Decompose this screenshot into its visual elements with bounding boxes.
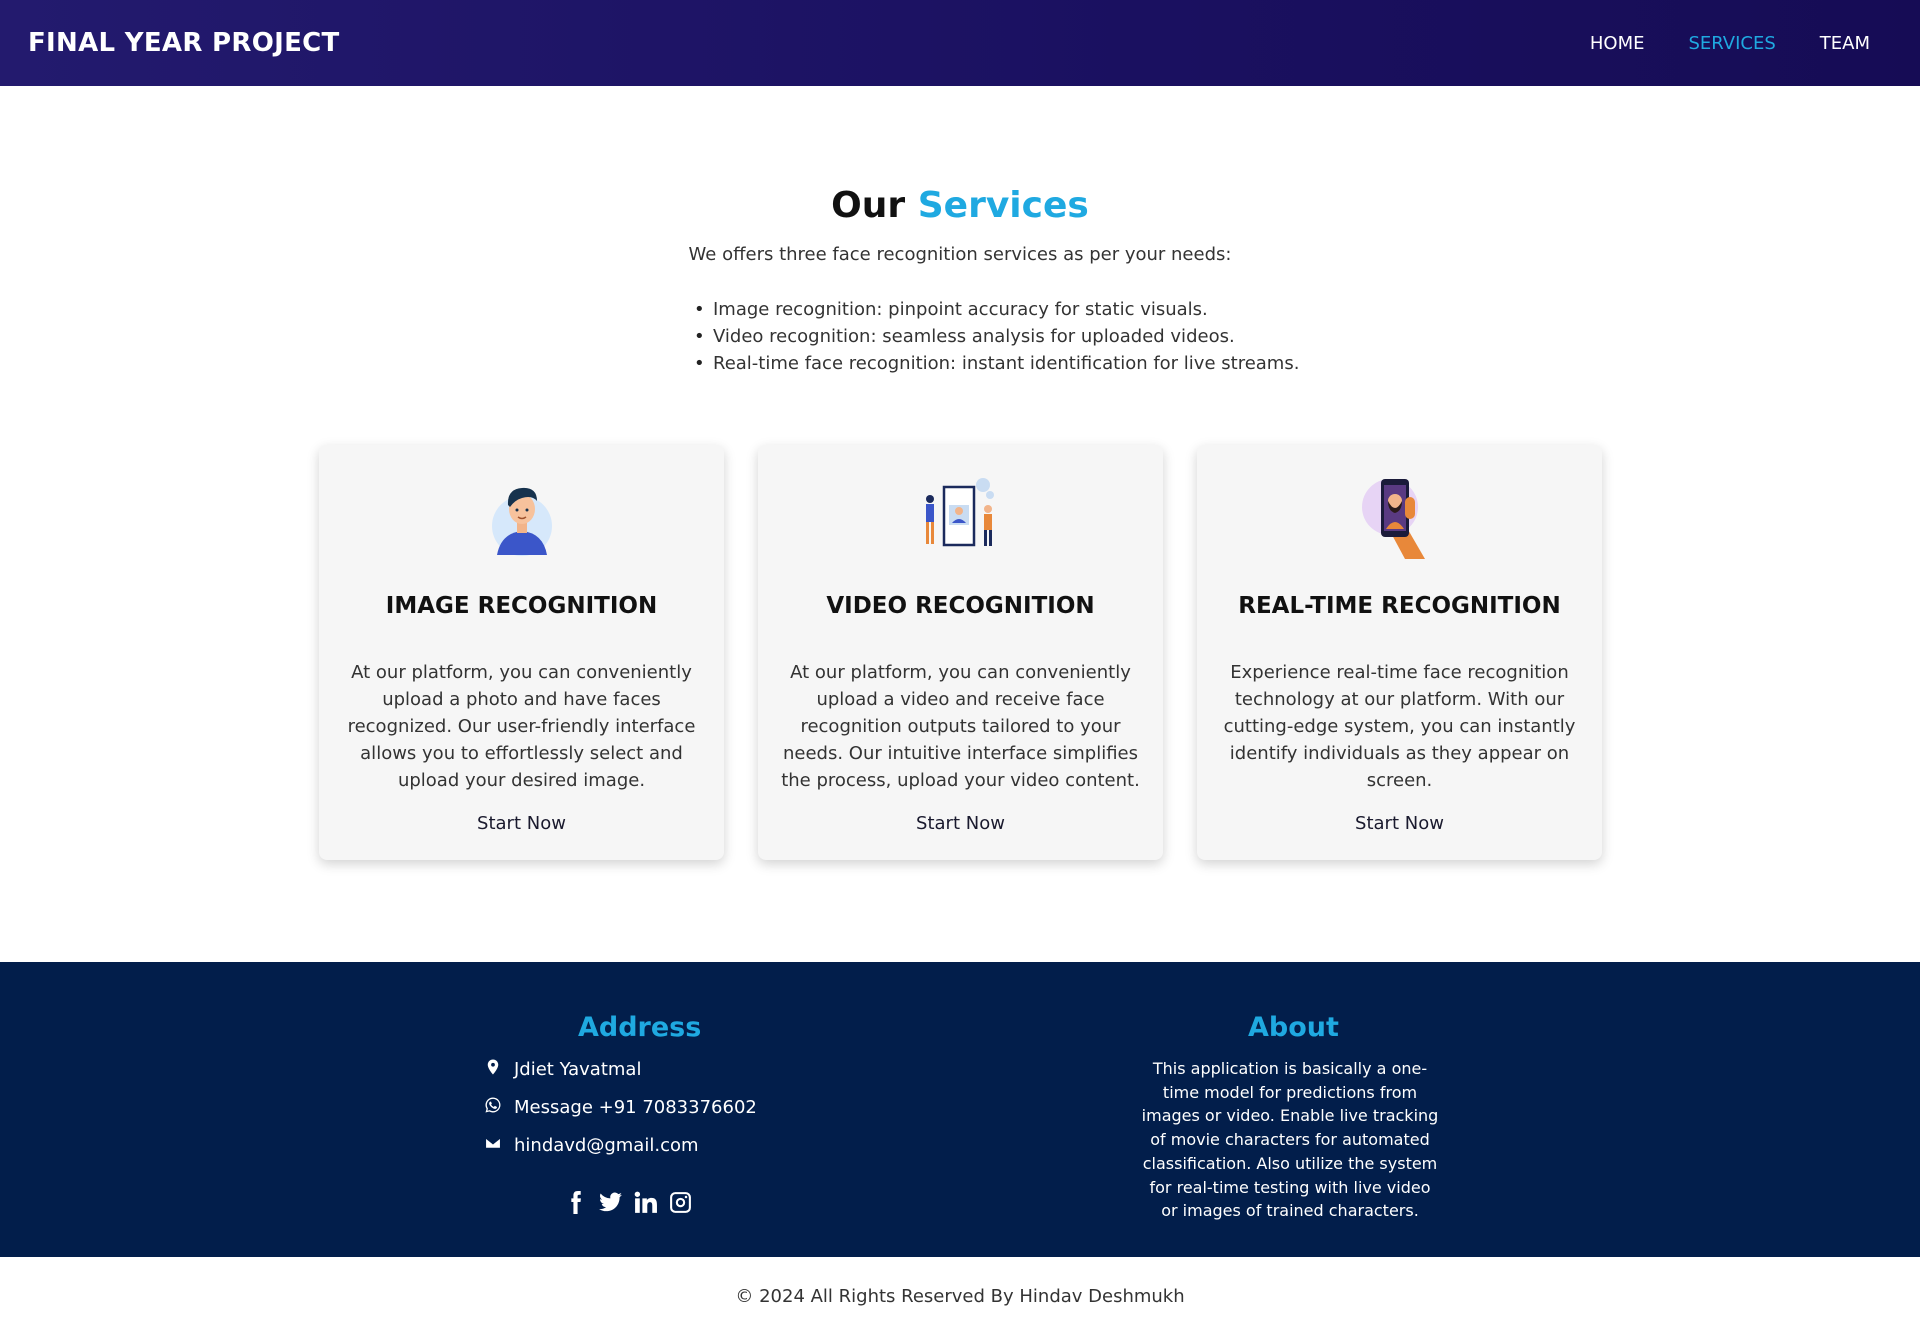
- top-navbar: FINAL YEAR PROJECT HOME SERVICES TEAM: [0, 0, 1920, 86]
- email-text[interactable]: hindavd@gmail.com: [514, 1135, 699, 1156]
- brand-title[interactable]: FINAL YEAR PROJECT: [28, 28, 340, 58]
- list-item: Image recognition: pinpoint accuracy for…: [694, 296, 1299, 323]
- video-frame-people-icon: [916, 471, 1006, 561]
- services-list: Image recognition: pinpoint accuracy for…: [694, 296, 1299, 377]
- main-nav: HOME SERVICES TEAM: [1590, 33, 1870, 54]
- service-card-realtime: REAL-TIME RECOGNITION Experience real-ti…: [1197, 445, 1602, 860]
- facebook-icon[interactable]: [563, 1190, 588, 1215]
- card-description: At our platform, you can conveniently up…: [347, 662, 696, 791]
- address-phone: Message +91 7083376602: [484, 1096, 757, 1119]
- whatsapp-icon: [484, 1096, 502, 1119]
- service-card-video: VIDEO RECOGNITION At our platform, you c…: [758, 445, 1163, 860]
- services-heading-prefix: Our: [831, 185, 906, 226]
- linkedin-icon[interactable]: [633, 1190, 658, 1215]
- social-links: [563, 1190, 693, 1215]
- person-avatar-icon: [477, 471, 567, 561]
- start-now-button[interactable]: Start Now: [319, 813, 724, 834]
- card-title: REAL-TIME RECOGNITION: [1238, 593, 1561, 619]
- address-location: Jdiet Yavatmal: [484, 1058, 641, 1081]
- services-lead: We offers three face recognition service…: [688, 244, 1232, 265]
- site-footer: Address Jdiet Yavatmal Message +91 70833…: [0, 962, 1920, 1257]
- instagram-icon[interactable]: [668, 1190, 693, 1215]
- envelope-icon: [484, 1134, 502, 1157]
- about-text: This application is basically a one-time…: [1141, 1059, 1439, 1221]
- card-title: IMAGE RECOGNITION: [385, 593, 658, 619]
- list-item: Video recognition: seamless analysis for…: [694, 323, 1299, 350]
- list-item: Real-time face recognition: instant iden…: [694, 350, 1299, 377]
- address-email: hindavd@gmail.com: [484, 1134, 699, 1157]
- services-heading: Our Services: [0, 185, 1920, 226]
- address-heading: Address: [578, 1012, 702, 1043]
- phone-text: Message +91 7083376602: [514, 1097, 757, 1118]
- service-card-image: IMAGE RECOGNITION At our platform, you c…: [319, 445, 724, 860]
- phone-face-scan-icon: [1355, 471, 1445, 561]
- card-description: At our platform, you can conveniently up…: [781, 662, 1140, 791]
- nav-home-link[interactable]: HOME: [1590, 33, 1645, 54]
- services-heading-accent: Services: [917, 185, 1089, 226]
- about-heading: About: [1248, 1012, 1339, 1043]
- services-intro: Our Services We offers three face recogn…: [0, 185, 1920, 265]
- start-now-button[interactable]: Start Now: [1197, 813, 1602, 834]
- card-title: VIDEO RECOGNITION: [826, 593, 1095, 619]
- nav-team-link[interactable]: TEAM: [1820, 33, 1870, 54]
- map-pin-icon: [484, 1058, 502, 1081]
- nav-services-link[interactable]: SERVICES: [1688, 33, 1775, 54]
- start-now-button[interactable]: Start Now: [758, 813, 1163, 834]
- twitter-icon[interactable]: [598, 1190, 623, 1215]
- copyright-text: © 2024 All Rights Reserved By Hindav Des…: [735, 1286, 1185, 1307]
- location-text: Jdiet Yavatmal: [514, 1059, 642, 1080]
- card-description: Experience real-time face recognition te…: [1223, 662, 1576, 791]
